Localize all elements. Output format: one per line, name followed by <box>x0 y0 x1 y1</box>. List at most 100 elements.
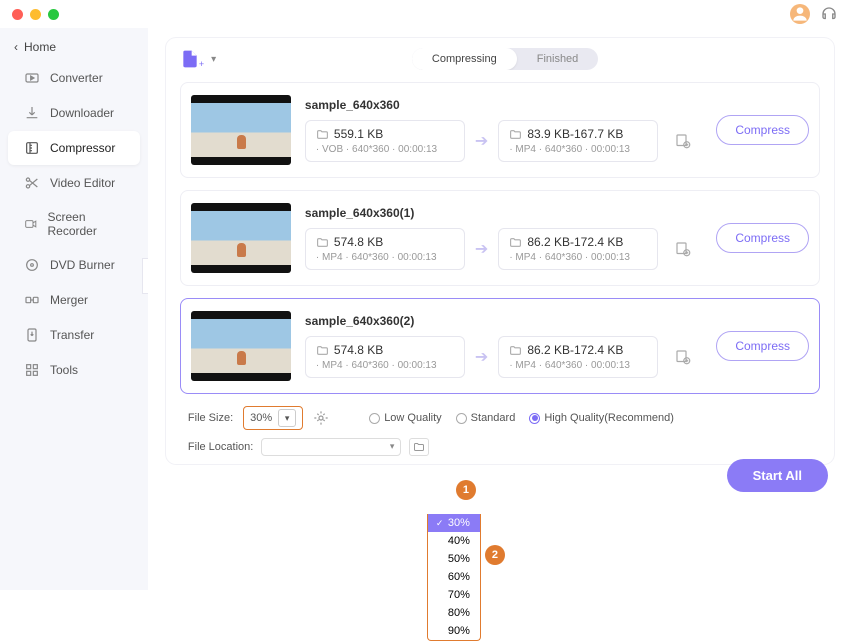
filesize-dropdown-menu: ✓30% 40% 50% 60% 70% 80% 90% <box>427 514 481 641</box>
sidebar-item-label: DVD Burner <box>50 258 115 272</box>
minimize-window[interactable] <box>30 9 41 20</box>
location-label: File Location: <box>188 441 253 453</box>
sidebar-item-merger[interactable]: Merger <box>8 283 140 317</box>
output-info-box: 83.9 KB-167.7 KB · MP4 · 640*360 · 00:00… <box>498 120 658 162</box>
video-thumbnail <box>191 95 291 165</box>
add-file-button[interactable]: + ▾ <box>180 49 216 69</box>
start-all-button[interactable]: Start All <box>727 459 828 492</box>
add-file-icon <box>180 49 200 69</box>
dropdown-option[interactable]: ✓30% <box>428 514 480 532</box>
sidebar: ‹ Home Converter Downloader Compressor V… <box>0 28 148 590</box>
folder-icon <box>413 441 425 453</box>
sidebar-item-label: Merger <box>50 293 88 307</box>
filesize-dropdown-button[interactable]: ▾ <box>278 409 296 427</box>
folder-icon <box>316 128 329 141</box>
file-card-selected[interactable]: sample_640x360(2) 574.8 KB · MP4 · 640*3… <box>180 298 820 394</box>
sidebar-item-converter[interactable]: Converter <box>8 61 140 95</box>
folder-icon <box>509 236 522 249</box>
chevron-down-icon: ▾ <box>285 413 290 424</box>
file-settings-icon[interactable] <box>674 240 692 258</box>
sidebar-item-tools[interactable]: Tools <box>8 353 140 387</box>
sidebar-item-downloader[interactable]: Downloader <box>8 96 140 130</box>
arrow-right-icon: ➔ <box>473 239 490 259</box>
close-window[interactable] <box>12 9 23 20</box>
sidebar-item-label: Transfer <box>50 328 94 342</box>
dropdown-option[interactable]: 60% <box>428 568 480 586</box>
dropdown-option[interactable]: 80% <box>428 604 480 622</box>
input-info-box: 559.1 KB · VOB · 640*360 · 00:00:13 <box>305 120 465 162</box>
content-area: + ▾ Compressing Finished sample_640x360 … <box>148 28 850 590</box>
tab-compressing[interactable]: Compressing <box>412 48 517 70</box>
folder-icon <box>316 344 329 357</box>
file-settings-icon[interactable] <box>674 348 692 366</box>
settings-gear-icon[interactable] <box>313 410 329 426</box>
tab-finished[interactable]: Finished <box>517 48 599 70</box>
disc-icon <box>24 257 40 273</box>
sidebar-item-dvd-burner[interactable]: DVD Burner <box>8 248 140 282</box>
location-select[interactable]: ▾ <box>261 438 401 456</box>
chevron-left-icon: ‹ <box>14 40 18 54</box>
dropdown-option[interactable]: 40% <box>428 532 480 550</box>
file-settings-icon[interactable] <box>674 132 692 150</box>
sidebar-item-label: Compressor <box>50 141 115 155</box>
output-info-box: 86.2 KB-172.4 KB · MP4 · 640*360 · 00:00… <box>498 228 658 270</box>
annotation-badge: 2 <box>485 545 505 565</box>
main-panel: + ▾ Compressing Finished sample_640x360 … <box>166 38 834 464</box>
file-card[interactable]: sample_640x360(1) 574.8 KB · MP4 · 640*3… <box>180 190 820 286</box>
file-card[interactable]: sample_640x360 559.1 KB · VOB · 640*360 … <box>180 82 820 178</box>
radio-icon <box>456 413 467 424</box>
file-name: sample_640x360(2) <box>305 314 692 328</box>
dropdown-option[interactable]: 70% <box>428 586 480 604</box>
input-info-box: 574.8 KB · MP4 · 640*360 · 00:00:13 <box>305 336 465 378</box>
user-avatar[interactable] <box>790 4 810 24</box>
scissors-icon <box>24 175 40 191</box>
compress-button[interactable]: Compress <box>716 115 809 145</box>
folder-icon <box>509 128 522 141</box>
sidebar-item-label: Screen Recorder <box>47 210 123 238</box>
radio-icon <box>369 413 380 424</box>
grid-icon <box>24 362 40 378</box>
arrow-right-icon: ➔ <box>473 131 490 151</box>
filesize-label: File Size: <box>188 412 233 424</box>
dropdown-option[interactable]: 50% <box>428 550 480 568</box>
output-info-box: 86.2 KB-172.4 KB · MP4 · 640*360 · 00:00… <box>498 336 658 378</box>
nav-home-label: Home <box>24 40 56 54</box>
radio-standard[interactable]: Standard <box>456 412 516 424</box>
chevron-down-icon: ▾ <box>390 441 395 452</box>
quality-radio-group: Low Quality Standard High Quality(Recomm… <box>369 412 674 424</box>
check-icon: ✓ <box>436 518 445 529</box>
dropdown-option[interactable]: 90% <box>428 622 480 640</box>
video-thumbnail <box>191 203 291 273</box>
compressor-icon <box>24 140 40 156</box>
sidebar-item-label: Downloader <box>50 106 114 120</box>
sidebar-item-video-editor[interactable]: Video Editor <box>8 166 140 200</box>
window-controls <box>12 9 59 20</box>
sidebar-item-label: Video Editor <box>50 176 115 190</box>
input-info-box: 574.8 KB · MP4 · 640*360 · 00:00:13 <box>305 228 465 270</box>
sidebar-item-transfer[interactable]: Transfer <box>8 318 140 352</box>
tabs: Compressing Finished <box>412 48 598 70</box>
maximize-window[interactable] <box>48 9 59 20</box>
filesize-selector[interactable]: 30% ▾ <box>243 406 303 430</box>
recorder-icon <box>24 216 37 232</box>
converter-icon <box>24 70 40 86</box>
arrow-right-icon: ➔ <box>473 347 490 367</box>
compress-button[interactable]: Compress <box>716 223 809 253</box>
sidebar-item-compressor[interactable]: Compressor <box>8 131 140 165</box>
annotation-badge: 1 <box>456 480 476 500</box>
file-name: sample_640x360 <box>305 98 692 112</box>
file-name: sample_640x360(1) <box>305 206 692 220</box>
nav-home[interactable]: ‹ Home <box>0 34 148 60</box>
browse-folder-button[interactable] <box>409 438 429 456</box>
radio-low-quality[interactable]: Low Quality <box>369 412 441 424</box>
folder-icon <box>316 236 329 249</box>
sidebar-item-screen-recorder[interactable]: Screen Recorder <box>8 201 140 247</box>
compress-button[interactable]: Compress <box>716 331 809 361</box>
support-icon[interactable] <box>820 5 838 23</box>
chevron-down-icon: ▾ <box>211 54 216 65</box>
radio-high-quality[interactable]: High Quality(Recommend) <box>529 412 674 424</box>
download-icon <box>24 105 40 121</box>
merger-icon <box>24 292 40 308</box>
sidebar-item-label: Converter <box>50 71 103 85</box>
sidebar-item-label: Tools <box>50 363 78 377</box>
